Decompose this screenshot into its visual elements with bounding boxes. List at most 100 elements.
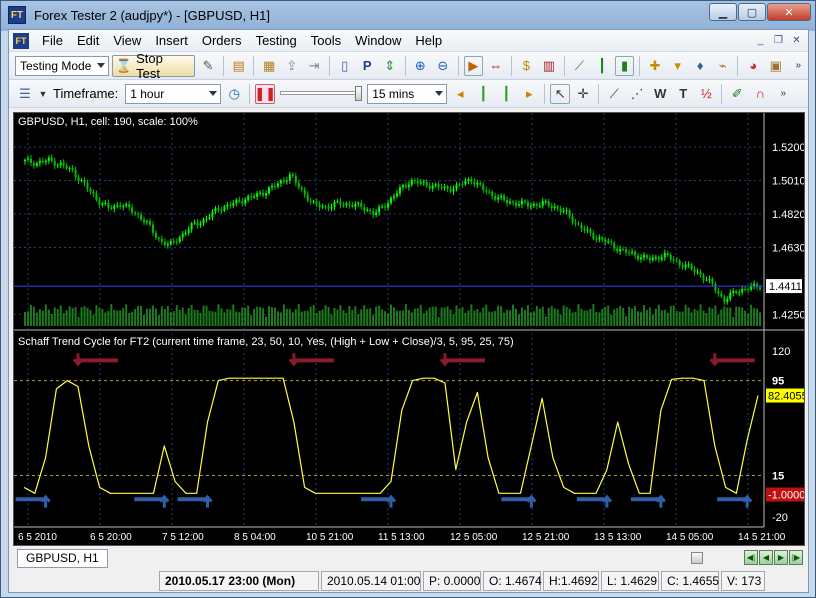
volume-bar (137, 306, 140, 326)
chart-canvas[interactable]: 1.5200 1.5010 1.4820 1.4630 1.4250 GBPUSD, H1… (14, 113, 804, 545)
mdi-close-button[interactable]: ✕ (789, 33, 804, 48)
list-icon[interactable]: ☰ (15, 84, 35, 104)
export-icon[interactable]: ⇥ (304, 56, 324, 76)
stop-test-button[interactable]: ⌛ Stop Test (111, 51, 196, 81)
volume-bar (104, 312, 107, 326)
prev-bar-icon[interactable]: ◀ (759, 550, 773, 565)
step-forward-icon[interactable]: ▸ (519, 84, 539, 104)
last-bar-icon[interactable]: |▶ (789, 550, 803, 565)
tab-gbpusd[interactable]: GBPUSD, H1 (17, 548, 108, 568)
auto-scroll-icon[interactable]: ▶ (463, 55, 484, 76)
speed-slider[interactable] (278, 84, 364, 104)
edit-test-icon[interactable]: ✎ (198, 56, 218, 76)
trendline-icon[interactable]: ⟋ (604, 84, 624, 104)
candle-body (488, 191, 491, 193)
broom-icon[interactable]: ⌁ (713, 56, 733, 76)
wave-icon[interactable]: W (650, 84, 670, 104)
volume-bar (148, 308, 151, 326)
mdi-minimize-button[interactable]: _ (753, 33, 768, 48)
chart-hscroll[interactable] (118, 551, 743, 565)
menu-help[interactable]: Help (408, 33, 449, 48)
volume-bar (35, 312, 38, 326)
close-button[interactable]: ✕ (767, 3, 811, 21)
add-indicator-icon[interactable]: ✚ (645, 56, 665, 76)
volume-bar (229, 309, 232, 326)
chart-tabs-row: GBPUSD, H1 ◀| ◀ ▶ |▶ (13, 547, 805, 569)
title-bar[interactable]: FT Forex Tester 2 (audjpy*) - [GBPUSD, H… (1, 1, 815, 29)
news-icon[interactable]: ▣ (766, 56, 786, 76)
candle-body (330, 206, 333, 209)
minimize-button[interactable]: ▁ (709, 3, 737, 21)
projects-icon[interactable]: ▤ (229, 56, 249, 76)
dropdown-icon[interactable]: ▼ (38, 84, 48, 104)
volume-bar (413, 308, 416, 326)
stc-tick-label: 15 (772, 471, 784, 483)
bar-chart-icon[interactable]: ┃ (592, 56, 612, 76)
bar-forward-icon[interactable]: ┃ (496, 84, 516, 104)
print-icon[interactable]: P (357, 56, 377, 76)
candle-body (68, 168, 71, 170)
next-bar-icon[interactable]: ▶ (774, 550, 788, 565)
cursor-icon[interactable]: ↖ (550, 83, 571, 104)
channel-icon[interactable]: ⋰ (627, 84, 647, 104)
menu-edit[interactable]: Edit (70, 33, 106, 48)
candle-body (738, 292, 741, 294)
menu-insert[interactable]: Insert (148, 33, 195, 48)
data-center-icon[interactable]: ▦ (259, 56, 279, 76)
chart-shift-icon[interactable]: ⇔ (486, 56, 506, 76)
new-chart-icon[interactable]: ▯ (335, 56, 355, 76)
candle-body (497, 197, 500, 200)
menu-file[interactable]: File (35, 33, 70, 48)
candle-body (645, 255, 648, 258)
chart-properties-icon[interactable]: ⇕ (380, 56, 400, 76)
hscroll-thumb[interactable] (691, 552, 703, 564)
volume-bar (654, 308, 657, 326)
edit-objects-icon[interactable]: ✐ (727, 84, 747, 104)
zoom-in-icon[interactable]: ⊕ (411, 56, 431, 76)
candle-chart-icon[interactable]: ▮ (614, 55, 635, 76)
volume-bar (65, 310, 68, 326)
toolbar2-overflow-icon[interactable]: » (773, 84, 793, 104)
volume-bar (529, 312, 532, 326)
fibonacci-icon[interactable]: ½ (696, 84, 716, 104)
clock-check-icon[interactable]: ◷ (224, 84, 244, 104)
text-label-icon[interactable]: T (673, 84, 693, 104)
step-back-icon[interactable]: ◂ (450, 84, 470, 104)
bar-back-icon[interactable]: ┃ (473, 84, 493, 104)
volume-bar (458, 308, 461, 326)
pause-icon[interactable]: ❚❚ (254, 83, 276, 104)
crosshair-icon[interactable]: ✛ (573, 84, 593, 104)
mdi-restore-button[interactable]: ❐ (771, 33, 786, 48)
candle-body (375, 212, 378, 215)
strategy-icon[interactable]: ♦ (690, 56, 710, 76)
volume-bar (482, 307, 485, 326)
toolbar-overflow-icon[interactable]: » (789, 56, 809, 76)
candle-body (556, 206, 559, 209)
volume-bar (190, 304, 193, 326)
volume-bar (729, 307, 732, 326)
menu-orders[interactable]: Orders (195, 33, 249, 48)
timeframe-select[interactable]: 1 hour (125, 83, 222, 104)
slider-thumb[interactable] (355, 85, 363, 101)
maximize-button[interactable]: ▢ (738, 3, 766, 21)
candle-body (461, 184, 464, 186)
menu-window[interactable]: Window (348, 33, 408, 48)
import-icon[interactable]: ⇪ (282, 56, 302, 76)
volume-bar (580, 308, 583, 326)
statistics-icon[interactable]: ▥ (539, 56, 559, 76)
chart-window[interactable]: 1.5200 1.5010 1.4820 1.4630 1.4250 GBPUSD, H1… (13, 112, 805, 546)
mode-select[interactable]: Testing Mode (15, 55, 109, 76)
templates-icon[interactable]: ▾ (668, 56, 688, 76)
zoom-out-icon[interactable]: ⊖ (433, 56, 453, 76)
palette-icon[interactable]: ◕ (743, 56, 763, 76)
document-icon[interactable]: FT (13, 32, 29, 49)
magnet-icon[interactable]: ∩ (750, 84, 770, 104)
candle-body (509, 201, 512, 204)
line-chart-icon[interactable]: ⟋ (570, 56, 590, 76)
menu-view[interactable]: View (106, 33, 148, 48)
menu-tools[interactable]: Tools (304, 33, 348, 48)
money-icon[interactable]: $ (517, 56, 537, 76)
first-bar-icon[interactable]: ◀| (744, 550, 758, 565)
step-select[interactable]: 15 mins (367, 83, 448, 104)
menu-testing[interactable]: Testing (249, 33, 304, 48)
